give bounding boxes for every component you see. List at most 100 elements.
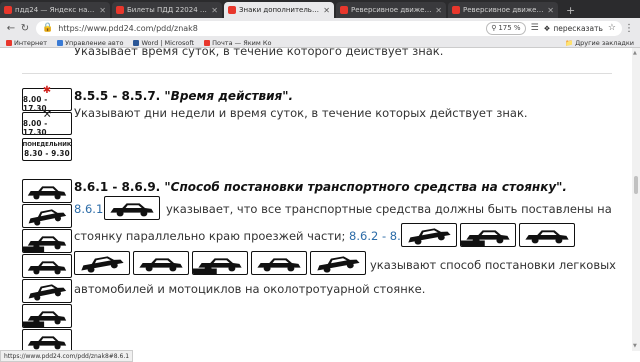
browser-tab[interactable]: Билеты ПДД 22024 Экзам✕: [112, 2, 222, 18]
retell-button[interactable]: ❖ пересказать: [544, 24, 603, 33]
back-icon[interactable]: ←: [4, 21, 18, 35]
car-icon: [139, 258, 183, 272]
yandex-tab-icon: [228, 6, 236, 14]
parking-pictogram: [110, 203, 154, 217]
car-icon: [198, 258, 242, 272]
bookmark-favicon-icon: [204, 39, 211, 46]
zoom-value: 175 %: [498, 24, 521, 32]
new-tab-button[interactable]: +: [560, 2, 581, 18]
bookmark-favicon-icon: [133, 39, 140, 46]
bookmark-label: Word | Microsoft: [141, 38, 195, 47]
parking-pictogram: [408, 228, 451, 245]
tab-close-icon[interactable]: ✕: [99, 6, 106, 15]
yandex-tab-icon: [340, 6, 348, 14]
bookmarks-other[interactable]: 📁 Другие закладки: [565, 39, 634, 47]
divider: [22, 73, 612, 74]
bookmark-star-icon[interactable]: ☆: [608, 23, 616, 33]
section-heading-8-6: 8.6.1 - 8.6.9. "Способ постановки трансп…: [74, 180, 567, 194]
retell-label: пересказать: [553, 23, 603, 33]
parking-pictogram: [23, 311, 67, 327]
car-icon: [27, 311, 67, 325]
car-icon: [525, 230, 569, 244]
section-title: "Время действия".: [164, 89, 294, 103]
section-text-2: стоянку параллельно краю проезжей части;: [74, 229, 346, 243]
parking-pictogram: [525, 230, 569, 244]
sign-8-6-5: [22, 279, 72, 303]
parking-pictogram: [23, 236, 67, 252]
zoom-icon: ⚲: [491, 24, 497, 32]
sign-8-6-4: [22, 254, 72, 278]
section-text-8-5: Указывают дни недели и время суток, в те…: [74, 106, 528, 120]
reload-icon[interactable]: ↻: [18, 21, 32, 35]
section-number: 8.6.1 - 8.6.9.: [74, 180, 161, 194]
tab-title: Билеты ПДД 22024 Экзам: [127, 6, 209, 14]
sign-8-5-5: ✱ 8.00 - 17.30: [22, 85, 72, 113]
tab-close-icon[interactable]: ✕: [323, 6, 330, 15]
asterisk-icon: ✱: [42, 85, 52, 96]
scroll-thumb[interactable]: [634, 176, 638, 194]
scroll-down-icon[interactable]: ▼: [633, 343, 637, 349]
car-icon: [110, 203, 154, 217]
sign-day: ПОНЕДЕЛЬНИК: [22, 141, 72, 148]
bookmark-item[interactable]: Управление авто: [57, 39, 123, 47]
section-text-3: указывают способ постановки легковых: [370, 258, 616, 272]
tab-close-icon[interactable]: ✕: [211, 6, 218, 15]
previous-description: Указывает время суток, в течение которог…: [74, 48, 444, 58]
parking-pictogram: [193, 258, 242, 274]
bookmark-favicon-icon: [57, 39, 64, 46]
parking-pictogram: [28, 284, 67, 301]
parking-pictogram: [27, 261, 67, 275]
sign-time: 8.00 - 17.30: [23, 119, 48, 137]
browser-tab[interactable]: Реверсивное движение -✕: [336, 2, 446, 18]
inline-sign-8-6-8: [251, 251, 307, 275]
zoom-indicator[interactable]: ⚲ 175 %: [486, 21, 526, 35]
tab-title: Знаки дополнительной: [239, 6, 321, 14]
parking-pictogram: [27, 336, 67, 350]
sign-8-6-6: [22, 304, 72, 328]
bookmarks-other-label: Другие закладки: [575, 38, 634, 47]
car-icon: [27, 336, 67, 350]
parking-pictogram: [139, 258, 183, 272]
bookmark-label: Почта — Яким Ко: [212, 38, 272, 47]
parking-pictogram: [81, 256, 124, 273]
url-field[interactable]: 🔒 https://www.pdd24.com/pdd/znak8 ⚲ 175 …: [36, 20, 622, 36]
bookmark-item[interactable]: Интернет: [6, 39, 47, 47]
sign-8-6-1: [22, 179, 72, 203]
link-8-6-1[interactable]: 8.6.1: [74, 202, 103, 216]
bookmark-item[interactable]: Почта — Яким Ко: [204, 39, 271, 47]
sign-8-5-6: ⚒ 8.00 - 17.30: [22, 109, 72, 137]
inline-sign-8-6-1: [104, 196, 160, 220]
inline-sign-8-6-2: [401, 223, 457, 247]
inline-sign-8-6-4: [519, 223, 575, 247]
sign-time: 8.30 - 9.30: [24, 148, 70, 158]
browser-tab[interactable]: Реверсивное движение 2✕: [448, 2, 558, 18]
bookmarks-bar: Интернет Управление авто Word | Microsoft П…: [0, 38, 640, 48]
scroll-up-icon[interactable]: ▲: [633, 50, 637, 56]
car-icon: [81, 256, 124, 273]
section-line-2: стоянку параллельно краю проезжей части;…: [74, 229, 419, 243]
page-scrollbar[interactable]: ▲ ▼: [632, 48, 640, 351]
inline-sign-8-6-5: [74, 251, 130, 275]
car-icon: [317, 256, 360, 273]
menu-icon[interactable]: ⋮: [622, 21, 636, 35]
bookmark-item[interactable]: Word | Microsoft: [133, 39, 194, 47]
hammers-icon: ⚒: [42, 109, 52, 120]
status-bar-url: https://www.pdd24.com/pdd/znak8#8.6.1: [0, 350, 134, 362]
url-text[interactable]: https://www.pdd24.com/pdd/znak8: [58, 24, 481, 33]
tab-strip: пдд24 — Яндекс нашлось✕Билеты ПДД 22024 …: [0, 0, 640, 18]
car-icon: [28, 209, 67, 226]
parking-pictogram: [317, 256, 360, 273]
browser-tab[interactable]: Знаки дополнительной ✕: [224, 2, 334, 18]
tab-close-icon[interactable]: ✕: [547, 6, 554, 15]
tab-close-icon[interactable]: ✕: [435, 6, 442, 15]
section-line-1: 8.6.1: [74, 202, 103, 216]
browser-tab[interactable]: пдд24 — Яндекс нашлось✕: [0, 2, 110, 18]
reader-icon[interactable]: ☰: [531, 23, 539, 33]
sign-8-6-7: [22, 329, 72, 351]
car-icon: [28, 284, 67, 301]
parking-pictogram: [461, 230, 510, 246]
inline-sign-8-6-3: [460, 223, 516, 247]
address-bar: ← ↻ 🔒 https://www.pdd24.com/pdd/znak8 ⚲ …: [0, 18, 640, 38]
page-content: Указывает время суток, в течение которог…: [0, 48, 632, 351]
car-icon: [27, 261, 67, 275]
